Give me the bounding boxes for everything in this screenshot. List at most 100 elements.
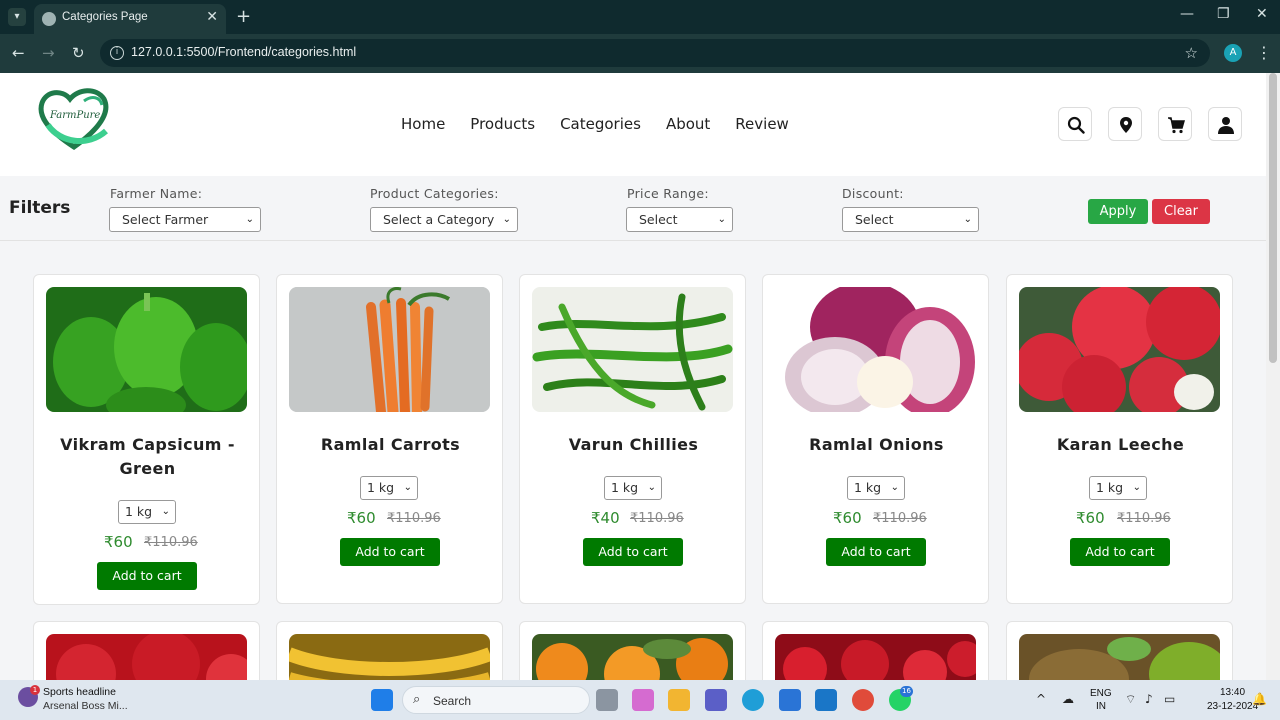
teams-icon[interactable] bbox=[705, 689, 727, 711]
product-name: Vikram Capsicum - Green bbox=[60, 435, 235, 478]
language-indicator[interactable]: ENG bbox=[1090, 688, 1112, 699]
price-select[interactable]: Select ⌄ bbox=[626, 207, 733, 232]
add-to-cart-button[interactable]: Add to cart bbox=[340, 538, 440, 566]
product-image-bananas[interactable] bbox=[289, 634, 490, 680]
tab-close-icon[interactable]: ✕ bbox=[206, 9, 218, 25]
quantity-value: 1 kg bbox=[854, 480, 882, 495]
region-indicator[interactable]: IN bbox=[1096, 701, 1106, 712]
discount-filter-label: Discount: bbox=[842, 186, 904, 201]
file-explorer-icon[interactable] bbox=[668, 689, 690, 711]
scrollbar-thumb[interactable] bbox=[1269, 73, 1277, 363]
product-image-onions[interactable] bbox=[775, 287, 976, 412]
product-card bbox=[762, 621, 989, 680]
add-to-cart-button[interactable]: Add to cart bbox=[826, 538, 926, 566]
product-image-carrots[interactable] bbox=[289, 287, 490, 412]
maximize-icon[interactable]: ❐ bbox=[1217, 6, 1230, 22]
onedrive-icon[interactable]: ☁ bbox=[1062, 692, 1074, 706]
taskbar-search[interactable]: ⌕ Search bbox=[402, 686, 590, 714]
quantity-select[interactable]: 1 kg ⌄ bbox=[118, 500, 176, 524]
search-button[interactable] bbox=[1058, 107, 1092, 141]
vscode-icon[interactable] bbox=[815, 689, 837, 711]
news-headline[interactable]: Sports headline bbox=[43, 686, 116, 698]
notification-bell-icon[interactable]: 🔔 bbox=[1252, 692, 1267, 706]
new-tab-icon[interactable]: + bbox=[236, 6, 251, 27]
filters-title: Filters bbox=[9, 198, 71, 218]
windows-taskbar: 1 Sports headline Arsenal Boss Mi... ⌕ S… bbox=[0, 680, 1280, 720]
farmer-select[interactable]: Select Farmer ⌄ bbox=[109, 207, 261, 232]
nav-products[interactable]: Products bbox=[470, 115, 535, 133]
product-card bbox=[33, 621, 260, 680]
category-filter-label: Product Categories: bbox=[370, 186, 499, 201]
product-image-capsicum[interactable] bbox=[46, 287, 247, 412]
address-bar[interactable]: i 127.0.0.1:5500/Frontend/categories.htm… bbox=[100, 39, 1210, 67]
volume-icon[interactable]: ♪ bbox=[1145, 692, 1153, 706]
product-image-apples[interactable] bbox=[46, 634, 247, 680]
battery-icon[interactable]: ▭ bbox=[1164, 692, 1175, 706]
nav-home[interactable]: Home bbox=[401, 115, 445, 133]
product-old-price: ₹110.96 bbox=[144, 535, 198, 550]
news-subline[interactable]: Arsenal Boss Mi... bbox=[43, 700, 128, 712]
product-card: Karan Leeche 1 kg ⌄ ₹60 ₹110.96 Add to ca… bbox=[1006, 274, 1233, 604]
discount-select[interactable]: Select ⌄ bbox=[842, 207, 979, 232]
globe-icon bbox=[42, 12, 56, 26]
category-select[interactable]: Select a Category ⌄ bbox=[370, 207, 518, 232]
nav-review[interactable]: Review bbox=[735, 115, 789, 133]
product-card bbox=[519, 621, 746, 680]
account-button[interactable] bbox=[1208, 107, 1242, 141]
tab-title: Categories Page bbox=[62, 11, 148, 23]
task-view-icon[interactable] bbox=[596, 689, 618, 711]
filters-bar: Filters Farmer Name: Select Farmer ⌄ Prod… bbox=[0, 176, 1266, 241]
clock-date[interactable]: 23-12-2024 bbox=[1207, 701, 1258, 712]
add-to-cart-button[interactable]: Add to cart bbox=[1070, 538, 1170, 566]
product-image-strawberries[interactable] bbox=[775, 634, 976, 680]
farmpure-logo[interactable]: FarmPure bbox=[36, 85, 112, 151]
bookmark-star-icon[interactable]: ☆ bbox=[1185, 44, 1198, 62]
price-filter-label: Price Range: bbox=[627, 186, 709, 201]
windows-start-icon[interactable] bbox=[371, 689, 393, 711]
product-image-lychee[interactable] bbox=[1019, 287, 1220, 412]
product-image-oranges[interactable] bbox=[532, 634, 733, 680]
chrome-icon[interactable] bbox=[852, 689, 874, 711]
chevron-down-icon: ⌄ bbox=[717, 214, 726, 225]
window-close-icon[interactable]: ✕ bbox=[1256, 6, 1268, 22]
page-scrollbar[interactable] bbox=[1266, 73, 1280, 680]
nav-categories[interactable]: Categories bbox=[560, 115, 641, 133]
location-button[interactable] bbox=[1108, 107, 1142, 141]
chevron-down-icon: ⌄ bbox=[963, 214, 972, 225]
minimize-icon[interactable]: — bbox=[1180, 6, 1194, 22]
chevron-down-icon: ⌄ bbox=[647, 482, 656, 493]
product-old-price: ₹110.96 bbox=[387, 511, 441, 526]
chevron-down-icon: ⌄ bbox=[502, 214, 511, 225]
profile-avatar[interactable]: A bbox=[1224, 44, 1242, 62]
price-select-value: Select bbox=[639, 212, 678, 227]
copilot-icon[interactable] bbox=[632, 689, 654, 711]
chevron-down-icon: ⌄ bbox=[1132, 482, 1141, 493]
product-image-kiwi[interactable] bbox=[1019, 634, 1220, 680]
tab-list-dropdown-icon[interactable]: ▾ bbox=[8, 8, 26, 26]
site-info-icon[interactable]: i bbox=[110, 46, 124, 60]
quantity-select[interactable]: 1 kg ⌄ bbox=[360, 476, 418, 500]
add-to-cart-button[interactable]: Add to cart bbox=[583, 538, 683, 566]
farmer-filter-label: Farmer Name: bbox=[110, 186, 203, 201]
add-to-cart-button[interactable]: Add to cart bbox=[97, 562, 197, 590]
back-icon[interactable]: ← bbox=[12, 44, 25, 62]
browser-tab[interactable]: Categories Page ✕ bbox=[34, 4, 226, 34]
quantity-select[interactable]: 1 kg ⌄ bbox=[1089, 476, 1147, 500]
wifi-icon[interactable]: ⌔ bbox=[1125, 692, 1136, 707]
edge-icon[interactable] bbox=[742, 689, 764, 711]
apply-button[interactable]: Apply bbox=[1088, 199, 1148, 224]
site-header: FarmPure Home Products Categories About … bbox=[0, 73, 1266, 176]
browser-menu-icon[interactable]: ⋮ bbox=[1256, 43, 1272, 62]
quantity-select[interactable]: 1 kg ⌄ bbox=[847, 476, 905, 500]
store-icon[interactable] bbox=[779, 689, 801, 711]
product-image-chillies[interactable] bbox=[532, 287, 733, 412]
clear-button[interactable]: Clear bbox=[1152, 199, 1210, 224]
clock-time[interactable]: 13:40 bbox=[1220, 687, 1245, 698]
logo-text: FarmPure bbox=[50, 110, 101, 121]
reload-icon[interactable]: ↻ bbox=[72, 44, 85, 62]
cart-button[interactable] bbox=[1158, 107, 1192, 141]
nav-about[interactable]: About bbox=[666, 115, 710, 133]
quantity-select[interactable]: 1 kg ⌄ bbox=[604, 476, 662, 500]
forward-icon[interactable]: → bbox=[42, 44, 55, 62]
tray-overflow-icon[interactable]: ^ bbox=[1036, 692, 1046, 706]
